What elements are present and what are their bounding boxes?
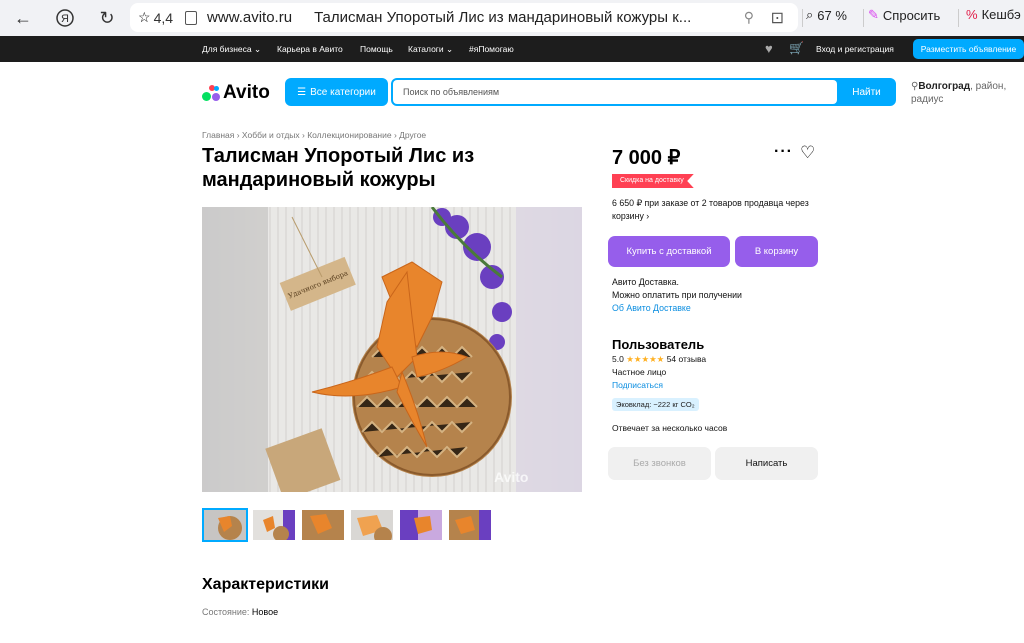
seller-type: Частное лицо (612, 367, 667, 377)
nav-catalogs[interactable]: Каталоги ⌄ (408, 44, 453, 55)
yandex-icon[interactable]: Я (48, 0, 82, 36)
nav-career[interactable]: Карьера в Авито (277, 44, 343, 54)
address-bar[interactable]: ☆ 4,4 www.avito.ru Талисман Упоротый Лис… (130, 3, 798, 32)
thumbnail-2[interactable] (251, 508, 297, 542)
city-name: Волгоград (918, 81, 971, 92)
cashback-label: Кешбэ (981, 7, 1021, 22)
buy-with-delivery-button[interactable]: Купить с доставкой (608, 236, 730, 267)
no-tracking-icon[interactable]: ⚲ (744, 9, 754, 26)
photo-thumbnails (202, 508, 493, 542)
search-button[interactable]: Найти (839, 80, 894, 104)
reviews-count: 54 отзыва (666, 354, 707, 364)
location-selector[interactable]: ⚲Волгоград, район, радиус (911, 80, 1021, 106)
basket-discount-note[interactable]: 6 650 ₽ при заказе от 2 товаров продавца… (612, 197, 817, 223)
menu-icon: ☰ (297, 86, 307, 98)
cashback-button[interactable]: % Кешбэ (966, 7, 1021, 22)
reply-time: Отвечает за несколько часов (612, 423, 728, 433)
thumbnail-3[interactable] (300, 508, 346, 542)
specs-heading: Характеристики (202, 576, 330, 593)
thumbnail-4[interactable] (349, 508, 395, 542)
url-domain: www.avito.ru (207, 9, 293, 26)
rating-stars-icon: ★★★★★ (626, 354, 665, 364)
delivery-line-2: Можно оплатить при получении (612, 290, 742, 300)
spec-condition: Состояние: Новое (202, 607, 278, 617)
spec-condition-label: Состояние: (202, 607, 252, 617)
page-title: Талисман Упоротый Лис из мандариновый ко… (202, 145, 475, 191)
thumbnail-1[interactable] (202, 508, 248, 542)
star-icon: ☆ (138, 9, 151, 25)
back-icon[interactable]: ← (6, 0, 40, 36)
price: 7 000 ₽ (612, 147, 681, 169)
percent-icon: % (966, 7, 978, 22)
magnifier-icon: ⌕ (806, 7, 814, 22)
bookmark-icon[interactable]: ⊡ (771, 8, 784, 28)
favorites-icon[interactable]: ♥ (765, 41, 773, 56)
all-categories-button[interactable]: ☰ Все категории (285, 78, 388, 106)
eco-badge: Эковклад: −222 кг CO₂ (612, 398, 699, 411)
no-calls-button: Без звонков (608, 447, 711, 480)
thumbnail-6[interactable] (447, 508, 493, 542)
product-photo[interactable]: Удачного выбора Avito (202, 207, 582, 492)
photo-watermark: Avito (494, 469, 528, 485)
ask-button[interactable]: ✎ Спросить (868, 7, 940, 23)
add-to-cart-button[interactable]: В корзину (735, 236, 818, 267)
seller-rating[interactable]: 5.0 ★★★★★ 54 отзыва (612, 354, 706, 365)
site-rating: 4,4 (153, 9, 174, 26)
nav-business[interactable]: Для бизнеса ⌄ (202, 44, 261, 55)
spec-condition-value: Новое (251, 607, 279, 617)
delivery-info: Авито Доставка. Можно оплатить при получ… (612, 276, 742, 315)
ask-label: Спросить (882, 7, 941, 23)
delivery-line-1: Авито Доставка. (612, 277, 679, 287)
breadcrumb[interactable]: Главная › Хобби и отдых › Коллекциониров… (202, 130, 426, 140)
write-message-button[interactable]: Написать (715, 447, 818, 480)
search-form: Найти (391, 78, 896, 106)
nav-ihelp[interactable]: #яПомогаю (469, 44, 514, 54)
seller-name[interactable]: Пользователь (612, 337, 704, 352)
avito-logo[interactable]: Avito (202, 82, 270, 104)
favorite-heart-icon[interactable]: ♡ (800, 143, 815, 163)
more-options-icon[interactable]: ··· (774, 143, 793, 161)
logo-dots-icon (202, 84, 220, 102)
rating-value: 5.0 (612, 354, 624, 364)
nav-help[interactable]: Помощь (360, 44, 393, 54)
delivery-link[interactable]: Об Авито Доставке (612, 302, 742, 315)
thumbnail-5[interactable] (398, 508, 444, 542)
ask-icon: ✎ (868, 7, 879, 22)
lock-icon[interactable] (185, 10, 198, 25)
logo-text: Avito (223, 82, 270, 103)
cart-icon[interactable]: 🛒 (789, 41, 804, 55)
reload-icon[interactable]: ↻ (90, 0, 124, 36)
search-input[interactable] (393, 80, 837, 104)
subscribe-link[interactable]: Подписаться (612, 380, 663, 390)
categories-label: Все категории (310, 86, 376, 98)
svg-text:Я: Я (61, 13, 69, 25)
login-link[interactable]: Вход и регистрация (816, 44, 894, 54)
zoom-level: 67 % (817, 7, 847, 23)
zoom-control[interactable]: ⌕ 67 % (806, 7, 847, 23)
browser-toolbar: ← Я ↻ ☆ 4,4 www.avito.ru Талисман Упорот… (0, 0, 1024, 36)
discount-badge: Скидка на доставку (612, 174, 694, 188)
tab-page-title: Талисман Упоротый Лис из мандариновый ко… (314, 9, 692, 26)
avito-top-nav: Для бизнеса ⌄ Карьера в Авито Помощь Кат… (0, 36, 1024, 62)
post-ad-button[interactable]: Разместить объявление (913, 39, 1024, 59)
